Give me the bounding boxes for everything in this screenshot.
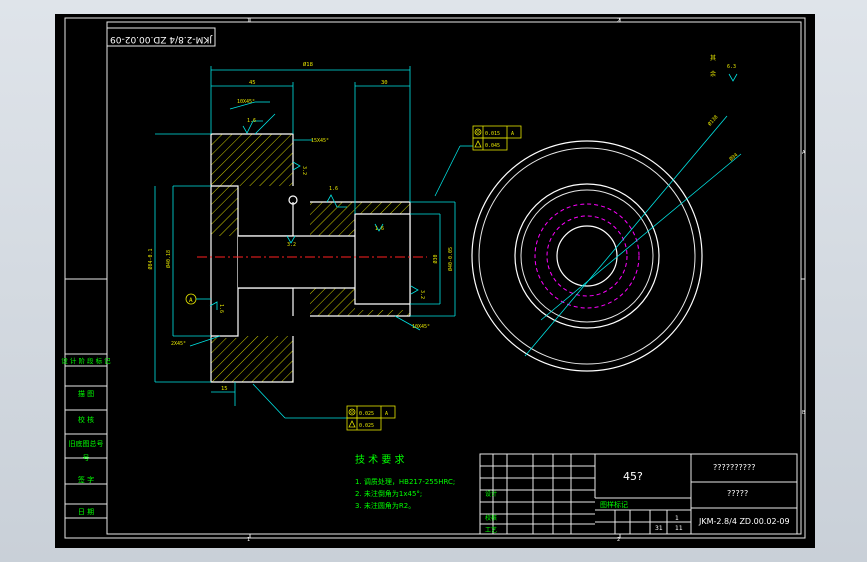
title-material: 45? <box>623 470 643 483</box>
zone-bottom-2: 2 <box>617 537 620 543</box>
zone-top-1: 1 <box>247 18 250 24</box>
side-row-5: 号 <box>83 454 90 462</box>
title-company: ?????????? <box>713 463 755 472</box>
tech-title: 技 术 要 求 <box>355 453 405 466</box>
tolerance-frame-top: 0.015 A 0.045 <box>472 125 522 151</box>
technical-requirements: 技 术 要 求 1. 调质处理，HB217-255HRC; 2. 未注倒角为1x… <box>355 453 455 510</box>
dim-left-inner: Ø40.18 <box>165 250 172 268</box>
title-scale-11: 11 <box>675 525 683 532</box>
title-block: 45? ?????????? ????? JKM-2.8/4 ZD.00.02-… <box>479 453 798 535</box>
tol-top-datum: A <box>511 131 514 137</box>
finish-other-label-2: 余 <box>710 70 716 78</box>
finish-3: 1.6 <box>329 186 338 192</box>
title-row-a: 设计 <box>485 490 497 498</box>
chamfer-top: 10X45° <box>237 99 255 105</box>
zone-right-b: B <box>802 410 806 416</box>
drawing-canvas: 1 2 A B 1 2 JKM-2.8/4 ZD.00.02-09 设 计 阶 … <box>61 17 806 543</box>
tech-line-3: 3. 未注圆角为R2。 <box>355 501 415 510</box>
left-side-table: 设 计 阶 段 标 记 描 图 校 核 旧底图总号 号 签 字 日 期 <box>61 353 111 519</box>
tolerance-frame-bottom: 0.025 A 0.025 <box>346 405 396 431</box>
chamfer-mid: 15X45° <box>311 138 329 144</box>
finish-1: 1.6 <box>247 118 256 124</box>
tol-bot-datum: A <box>385 411 388 417</box>
sheet-outer-border <box>64 17 806 539</box>
zone-top-2: 2 <box>617 18 620 24</box>
chamfer-bottom: 10X45° <box>412 324 430 330</box>
title-drawing-no: JKM-2.8/4 ZD.00.02-09 <box>698 517 790 526</box>
finish-6: 1.6 <box>218 304 224 313</box>
title-row-b: 校核 <box>485 514 497 522</box>
title-part-name: ????? <box>727 489 748 498</box>
zone-right-a: A <box>802 150 806 156</box>
finish-2: 3.2 <box>301 166 307 175</box>
finish-5: 1.6 <box>375 226 384 232</box>
dim-right-step: 30 <box>381 80 388 86</box>
dim-bottom: 15 <box>221 386 228 392</box>
side-row-2: 描 图 <box>78 389 94 398</box>
title-scale-1: 1 <box>675 515 679 522</box>
dim-left-outer: Ø84-0.1 <box>147 248 154 269</box>
side-row-3: 校 核 <box>78 415 94 424</box>
tol-bot-row1: 0.025 <box>359 411 374 417</box>
dim-bore: Ø30 <box>432 254 439 263</box>
tol-top-row2: 0.045 <box>485 143 500 149</box>
tol-bot-row2: 0.025 <box>359 423 374 429</box>
finish-4: 3.2 <box>287 242 296 248</box>
finish-8: 6.3 <box>727 64 736 70</box>
title-row-c: 工艺 <box>485 526 497 534</box>
tol-top-row1: 0.015 <box>485 131 500 137</box>
dim-right-outer: Ø40-0.05 <box>447 247 454 271</box>
section-view <box>197 133 427 383</box>
datum-a: A <box>189 297 193 304</box>
stamp-text: JKM-2.8/4 ZD.00.02-09 <box>110 34 213 44</box>
cad-viewport[interactable]: 1 2 A B 1 2 JKM-2.8/4 ZD.00.02-09 设 计 阶 … <box>55 14 815 548</box>
tech-line-2: 2. 未注倒角为1x45°; <box>355 489 422 498</box>
side-row-6: 签 字 <box>78 475 94 484</box>
side-row-7: 日 期 <box>78 508 94 516</box>
end-view: Ø138 Ø94 <box>471 114 742 372</box>
chamfer-low: 2X45° <box>171 341 186 347</box>
zone-bottom-1: 1 <box>247 537 250 543</box>
side-row-1: 设 计 阶 段 标 记 <box>61 356 111 365</box>
circle-dim-2: Ø94 <box>728 151 739 162</box>
finish-7: 3.2 <box>419 290 425 299</box>
dim-left-flange: 45 <box>249 80 256 86</box>
circle-dim-1: Ø138 <box>706 114 719 128</box>
dim-overall-length: Ø18 <box>303 61 313 68</box>
title-sheets: 31 <box>655 525 663 532</box>
finish-other-label-1: 其 <box>710 54 716 62</box>
title-stage-label: 图样标记 <box>600 500 628 509</box>
tech-line-1: 1. 调质处理，HB217-255HRC; <box>355 477 455 486</box>
side-row-4: 旧底图总号 <box>69 439 104 448</box>
